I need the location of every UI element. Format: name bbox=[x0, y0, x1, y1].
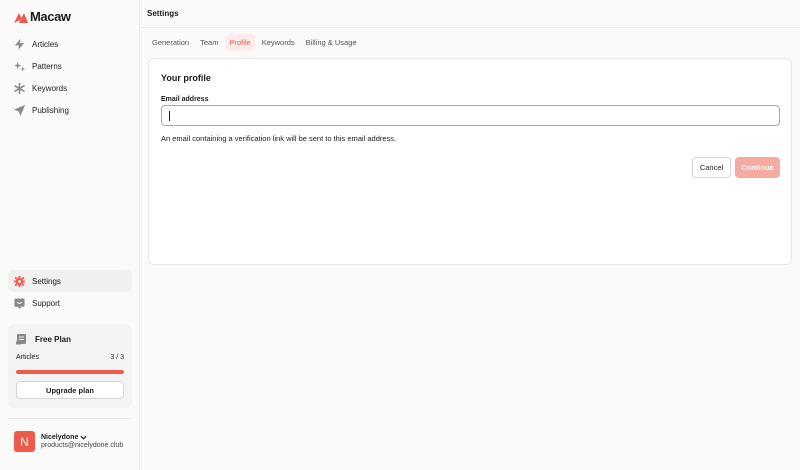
gear-icon bbox=[14, 275, 25, 287]
settings-tabs: Generation Team Profile Keywords Billing… bbox=[148, 34, 364, 51]
sidebar: Macaw Articles Patterns Keywords Publish… bbox=[0, 0, 140, 470]
asterisk-icon bbox=[14, 82, 25, 94]
plan-document-icon bbox=[16, 333, 28, 345]
page-title: Settings bbox=[147, 9, 179, 18]
lightning-icon bbox=[14, 38, 25, 50]
sidebar-item-support[interactable]: Support bbox=[8, 292, 132, 314]
sidebar-item-label: Support bbox=[32, 298, 61, 308]
tab-profile[interactable]: Profile bbox=[225, 34, 255, 51]
sidebar-nav: Articles Patterns Keywords Publishing bbox=[8, 33, 132, 121]
plan-metric-label: Articles bbox=[16, 354, 39, 361]
send-icon bbox=[14, 104, 25, 116]
sidebar-item-settings[interactable]: Settings bbox=[8, 270, 132, 292]
plan-title: Free Plan bbox=[35, 334, 72, 344]
tab-generation[interactable]: Generation bbox=[148, 34, 193, 51]
macaw-logo-icon bbox=[14, 12, 28, 23]
user-email: products@nicelydone.club bbox=[41, 442, 124, 449]
plan-usage-bar bbox=[16, 370, 124, 374]
profile-card: Your profile Email address An email cont… bbox=[148, 58, 792, 265]
user-info: Nicelydone products@nicelydone.club bbox=[41, 434, 123, 449]
sidebar-bottom-nav: Settings Support bbox=[8, 270, 132, 314]
text-caret bbox=[169, 111, 170, 121]
plan-usage-bar-fill bbox=[16, 370, 124, 374]
upgrade-plan-button[interactable]: Upgrade plan bbox=[16, 381, 124, 399]
topbar: Settings bbox=[140, 0, 800, 28]
user-menu[interactable]: N Nicelydone products@nicelydone.club bbox=[14, 431, 123, 452]
sidebar-item-label: Keywords bbox=[32, 83, 68, 93]
sidebar-item-patterns[interactable]: Patterns bbox=[8, 55, 132, 77]
cancel-button[interactable]: Cancel bbox=[692, 157, 731, 178]
sidebar-item-label: Publishing bbox=[32, 105, 69, 115]
logo-text: Macaw bbox=[30, 9, 71, 24]
email-hint: An email containing a verification link … bbox=[161, 134, 397, 143]
user-name: Nicelydone bbox=[41, 434, 79, 441]
sidebar-item-label: Patterns bbox=[32, 61, 62, 71]
plan-header: Free Plan bbox=[16, 333, 71, 345]
plan-usage-row: Articles 3 / 3 bbox=[16, 354, 124, 361]
sidebar-item-keywords[interactable]: Keywords bbox=[8, 77, 132, 99]
avatar: N bbox=[14, 431, 35, 452]
sidebar-item-articles[interactable]: Articles bbox=[8, 33, 132, 55]
email-field[interactable] bbox=[161, 105, 780, 126]
sparkles-icon bbox=[14, 61, 25, 72]
plan-card: Free Plan Articles 3 / 3 Upgrade plan bbox=[8, 324, 132, 408]
app-root: Macaw Articles Patterns Keywords Publish… bbox=[0, 0, 800, 470]
plan-metric-value: 3 / 3 bbox=[110, 354, 124, 361]
email-field-label: Email address bbox=[161, 96, 209, 103]
support-icon bbox=[14, 297, 25, 309]
sidebar-item-label: Articles bbox=[32, 39, 59, 49]
profile-title: Your profile bbox=[161, 73, 211, 83]
tab-keywords[interactable]: Keywords bbox=[258, 34, 299, 51]
tab-billing-usage[interactable]: Billing & Usage bbox=[302, 34, 361, 51]
chevron-down-icon bbox=[80, 435, 87, 440]
user-name-row: Nicelydone bbox=[41, 434, 123, 441]
sidebar-divider bbox=[8, 418, 132, 419]
sidebar-item-label: Settings bbox=[32, 276, 61, 286]
tab-team[interactable]: Team bbox=[196, 34, 222, 51]
sidebar-item-publishing[interactable]: Publishing bbox=[8, 99, 132, 121]
continue-button[interactable]: Continue bbox=[735, 157, 780, 178]
logo[interactable]: Macaw bbox=[14, 9, 71, 24]
